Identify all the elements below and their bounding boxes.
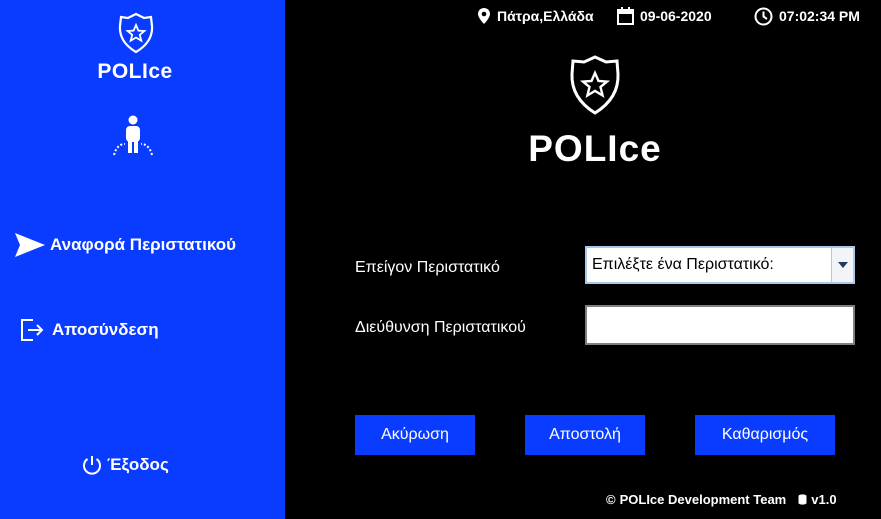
sidebar-app-name: POLIce: [97, 60, 173, 83]
sidebar-item-label: Αποσύνδεση: [52, 320, 159, 339]
clear-button[interactable]: Καθαρισμός: [695, 415, 835, 455]
incident-selected-value: Επιλέξτε ένα Περιστατικό:: [592, 256, 774, 273]
sidebar-item-exit[interactable]: Έξοδος: [81, 454, 169, 476]
cancel-button[interactable]: Ακύρωση: [355, 415, 475, 455]
send-arrow-icon: [14, 231, 46, 259]
police-badge-icon: [570, 55, 620, 115]
police-badge-icon: [118, 12, 154, 54]
send-button[interactable]: Αποστολή: [525, 415, 645, 455]
sidebar-item-report[interactable]: Αναφορά Περιστατικού: [14, 231, 236, 259]
incident-select[interactable]: Επιλέξτε ένα Περιστατικό:: [585, 246, 855, 284]
incident-label: Επείγον Περιστατικό: [355, 259, 500, 276]
power-icon: [83, 456, 101, 475]
database-icon: [798, 494, 807, 505]
version-info: v1.0: [798, 492, 837, 507]
clock-icon: [754, 7, 773, 25]
address-input[interactable]: [585, 305, 855, 345]
footer-team: POLIce Development Team: [619, 492, 787, 507]
copyright-symbol: ©: [606, 492, 616, 507]
location-info: Πάτρα,Ελλάδα: [477, 6, 594, 26]
sidebar-item-label: Έξοδος: [107, 455, 169, 474]
page-title: POLIce: [528, 128, 662, 169]
location-pin-icon: [478, 8, 490, 24]
footer: © POLIce Development Team v1.0: [606, 492, 837, 507]
sidebar: POLIce Αναφορά Περιστατικού Αποσύνδεση Έ…: [0, 0, 285, 519]
address-label: Διεύθυνση Περιστατικού: [355, 319, 526, 336]
chevron-down-icon[interactable]: [831, 248, 853, 282]
version-text: v1.0: [811, 492, 837, 507]
sidebar-item-label: Αναφορά Περιστατικού: [50, 235, 237, 254]
date-info: 09-06-2020: [617, 6, 712, 26]
date-text: 09-06-2020: [640, 8, 712, 24]
calendar-icon: [617, 7, 634, 25]
location-text: Πάτρα,Ελλάδα: [497, 8, 594, 24]
officer-icon: [113, 115, 153, 156]
sidebar-item-logout[interactable]: Αποσύνδεση: [16, 316, 159, 344]
time-text: 07:02:34 PM: [779, 8, 860, 24]
time-info: 07:02:34 PM: [754, 6, 860, 26]
logout-icon: [16, 316, 48, 344]
